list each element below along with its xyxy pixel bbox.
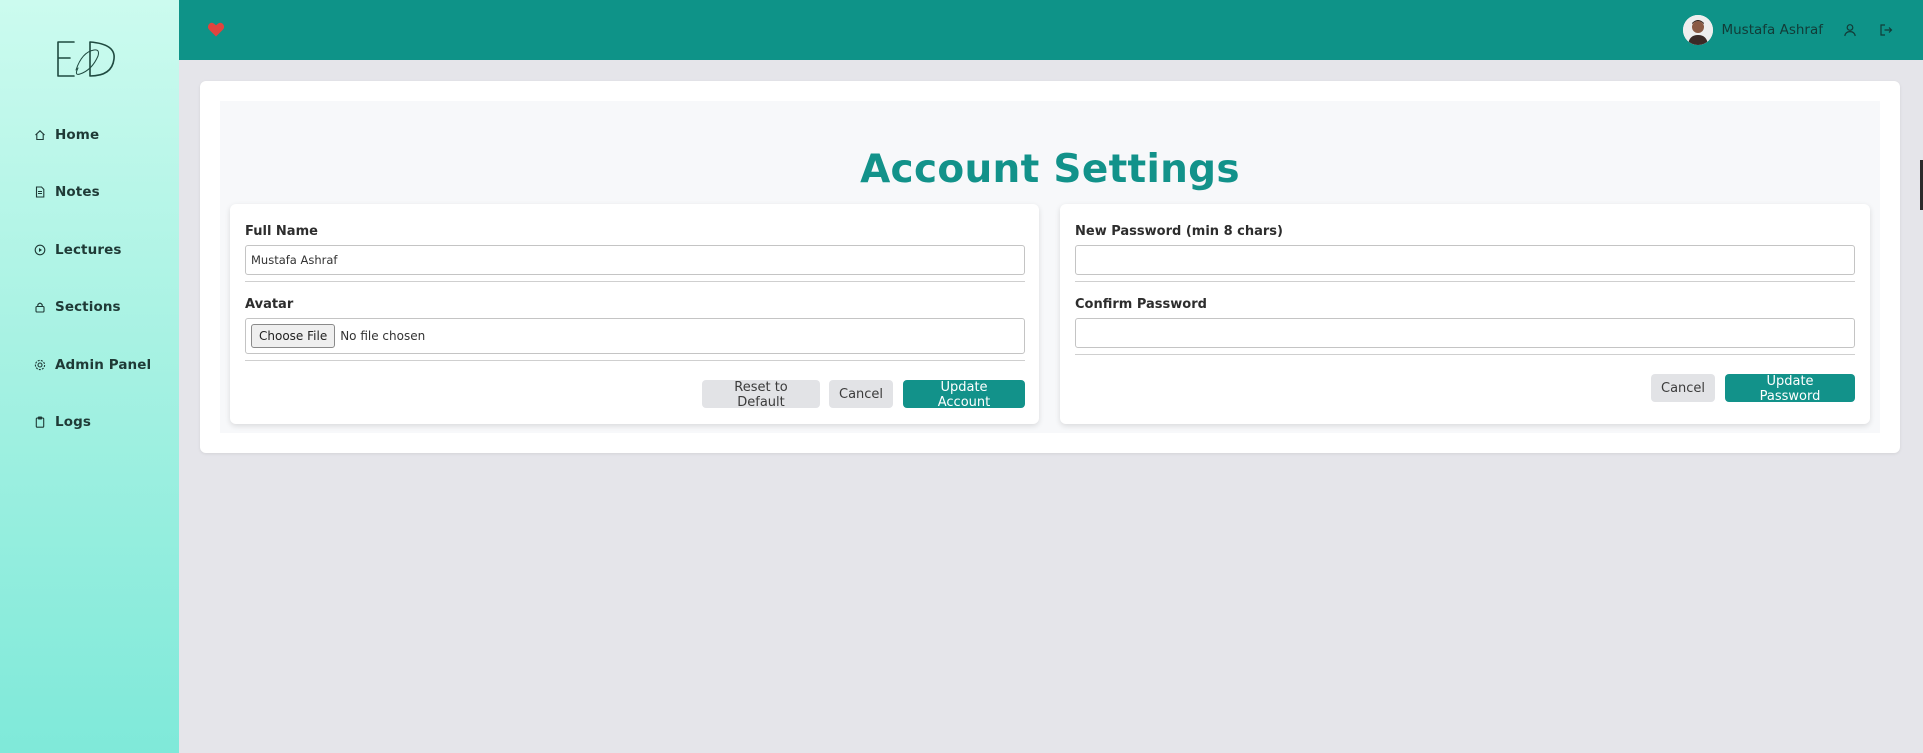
settings-container: Account Settings Full Name Avatar Choose… <box>220 101 1880 433</box>
file-status: No file chosen <box>340 329 426 343</box>
divider <box>1075 281 1855 282</box>
sidebar-item-label: Lectures <box>55 242 122 258</box>
full-name-input[interactable] <box>245 245 1025 275</box>
user-icon[interactable] <box>1843 23 1857 37</box>
sidebar-item-admin-panel[interactable]: Admin Panel <box>34 353 151 377</box>
top-header: Mustafa Ashraf <box>179 0 1923 60</box>
new-password-input[interactable] <box>1075 245 1855 275</box>
gear-icon <box>34 359 46 371</box>
sidebar-item-logs[interactable]: Logs <box>34 410 91 434</box>
choose-file-button[interactable]: Choose File <box>251 324 336 348</box>
confirm-password-label: Confirm Password <box>1075 297 1207 312</box>
avatar-label: Avatar <box>245 297 294 312</box>
divider <box>245 281 1025 282</box>
user-name[interactable]: Mustafa Ashraf <box>1721 22 1823 38</box>
sidebar-item-lectures[interactable]: Lectures <box>34 238 121 262</box>
divider <box>1075 354 1855 355</box>
page-title: Account Settings <box>860 147 1240 192</box>
sidebar: Home Notes Lectures Sections Admin Panel… <box>0 0 179 753</box>
divider <box>245 360 1025 361</box>
confirm-password-input[interactable] <box>1075 318 1855 348</box>
heart-icon[interactable] <box>207 21 225 38</box>
update-account-button[interactable]: Update Account <box>903 380 1025 410</box>
sidebar-item-label: Logs <box>55 414 91 430</box>
avatar[interactable] <box>1683 15 1714 45</box>
user-menu: Mustafa Ashraf <box>1683 14 1893 46</box>
document-icon <box>35 186 45 198</box>
cancel-button[interactable]: Cancel <box>1651 374 1715 402</box>
account-form: Full Name Avatar Choose File No file cho… <box>230 204 1039 424</box>
avatar-file-input[interactable]: Choose File No file chosen <box>245 318 1025 354</box>
sidebar-item-label: Admin Panel <box>55 357 152 373</box>
sidebar-item-sections[interactable]: Sections <box>34 295 121 319</box>
update-password-button[interactable]: Update Password <box>1725 374 1855 404</box>
password-form: New Password (min 8 chars) Confirm Passw… <box>1060 204 1870 424</box>
reset-to-default-button[interactable]: Reset to Default <box>702 380 820 410</box>
logo[interactable] <box>52 36 120 82</box>
lock-icon <box>35 302 45 313</box>
sidebar-item-label: Notes <box>55 184 100 200</box>
clipboard-icon <box>35 416 45 428</box>
settings-card: Account Settings Full Name Avatar Choose… <box>200 81 1900 453</box>
sidebar-item-notes[interactable]: Notes <box>34 180 100 204</box>
sidebar-item-label: Home <box>55 127 100 143</box>
full-name-label: Full Name <box>245 224 318 239</box>
cancel-button[interactable]: Cancel <box>829 380 893 408</box>
sidebar-item-label: Sections <box>55 299 121 315</box>
sidebar-item-home[interactable]: Home <box>34 123 99 147</box>
logout-icon[interactable] <box>1879 23 1893 37</box>
new-password-label: New Password (min 8 chars) <box>1075 224 1283 239</box>
home-icon <box>35 130 45 141</box>
play-circle-icon <box>34 244 46 256</box>
